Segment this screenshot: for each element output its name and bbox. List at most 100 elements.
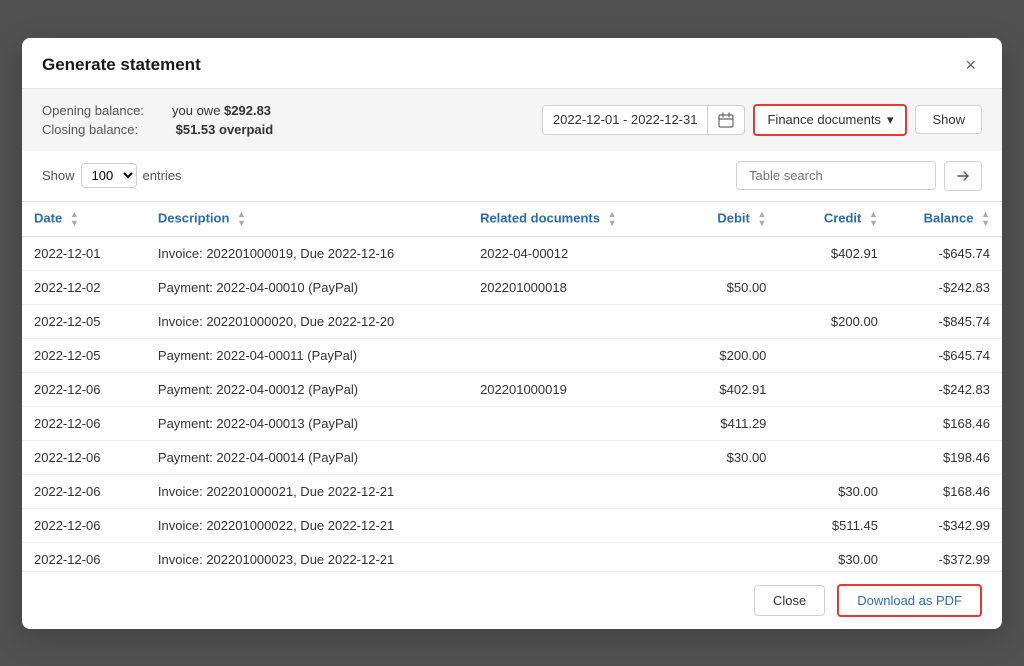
calendar-icon[interactable] bbox=[707, 106, 744, 134]
cell-description: Invoice: 202201000021, Due 2022-12-21 bbox=[146, 474, 468, 508]
modal-footer: Close Download as PDF bbox=[22, 571, 1002, 629]
show-button[interactable]: Show bbox=[915, 105, 982, 134]
cell-description: Invoice: 202201000023, Due 2022-12-21 bbox=[146, 542, 468, 571]
cell-related bbox=[468, 440, 667, 474]
col-header-date[interactable]: Date ▲▼ bbox=[22, 201, 146, 236]
cell-credit: $200.00 bbox=[778, 304, 890, 338]
table-row: 2022-12-02 Payment: 2022-04-00010 (PayPa… bbox=[22, 270, 1002, 304]
col-header-description[interactable]: Description ▲▼ bbox=[146, 201, 468, 236]
search-wrap bbox=[736, 161, 982, 191]
cell-description: Invoice: 202201000019, Due 2022-12-16 bbox=[146, 236, 468, 270]
show-entries: Show 100 25 50 entries bbox=[42, 163, 182, 188]
cell-description: Payment: 2022-04-00012 (PayPal) bbox=[146, 372, 468, 406]
table-row: 2022-12-06 Payment: 2022-04-00014 (PayPa… bbox=[22, 440, 1002, 474]
cell-date: 2022-12-06 bbox=[22, 440, 146, 474]
date-range-control[interactable]: 2022-12-01 - 2022-12-31 bbox=[542, 105, 746, 135]
table-row: 2022-12-06 Payment: 2022-04-00013 (PayPa… bbox=[22, 406, 1002, 440]
cell-balance: -$645.74 bbox=[890, 236, 1002, 270]
cell-description: Payment: 2022-04-00010 (PayPal) bbox=[146, 270, 468, 304]
col-header-balance[interactable]: Balance ▲▼ bbox=[890, 201, 1002, 236]
col-header-credit[interactable]: Credit ▲▼ bbox=[778, 201, 890, 236]
cell-balance: -$645.74 bbox=[890, 338, 1002, 372]
sort-arrows-date: ▲▼ bbox=[70, 210, 79, 228]
modal-overlay: Generate statement × Opening balance:you… bbox=[0, 0, 1024, 666]
data-table-wrapper: Date ▲▼ Description ▲▼ Related documents… bbox=[22, 201, 1002, 571]
table-row: 2022-12-01 Invoice: 202201000019, Due 20… bbox=[22, 236, 1002, 270]
export-button[interactable] bbox=[944, 161, 982, 191]
cell-balance: -$372.99 bbox=[890, 542, 1002, 571]
cell-related: 2022-04-00012 bbox=[468, 236, 667, 270]
cell-date: 2022-12-06 bbox=[22, 474, 146, 508]
cell-debit bbox=[667, 236, 779, 270]
balance-info: Opening balance:you owe $292.83 Closing … bbox=[42, 103, 273, 137]
sort-arrows-description: ▲▼ bbox=[237, 210, 246, 228]
closing-balance-value: $51.53 overpaid bbox=[176, 122, 274, 137]
table-row: 2022-12-05 Invoice: 202201000020, Due 20… bbox=[22, 304, 1002, 338]
show-label: Show bbox=[42, 168, 75, 183]
opening-balance-row: Opening balance:you owe $292.83 bbox=[42, 103, 273, 118]
sort-arrows-related: ▲▼ bbox=[608, 210, 617, 228]
cell-related bbox=[468, 304, 667, 338]
cell-credit: $30.00 bbox=[778, 542, 890, 571]
cell-debit bbox=[667, 542, 779, 571]
cell-debit: $50.00 bbox=[667, 270, 779, 304]
top-section: Opening balance:you owe $292.83 Closing … bbox=[22, 89, 1002, 151]
cell-debit: $411.29 bbox=[667, 406, 779, 440]
cell-credit bbox=[778, 440, 890, 474]
sort-arrows-balance: ▲▼ bbox=[981, 210, 990, 228]
chevron-down-icon: ▾ bbox=[887, 112, 894, 128]
cell-related bbox=[468, 542, 667, 571]
cell-description: Payment: 2022-04-00014 (PayPal) bbox=[146, 440, 468, 474]
cell-balance: -$845.74 bbox=[890, 304, 1002, 338]
cell-date: 2022-12-06 bbox=[22, 508, 146, 542]
cell-related: 202201000018 bbox=[468, 270, 667, 304]
table-row: 2022-12-06 Invoice: 202201000022, Due 20… bbox=[22, 508, 1002, 542]
date-range-text: 2022-12-01 - 2022-12-31 bbox=[543, 106, 708, 134]
cell-debit bbox=[667, 474, 779, 508]
modal-title: Generate statement bbox=[42, 55, 201, 75]
col-header-debit[interactable]: Debit ▲▼ bbox=[667, 201, 779, 236]
entries-select[interactable]: 100 25 50 bbox=[81, 163, 137, 188]
sort-arrows-debit: ▲▼ bbox=[757, 210, 766, 228]
modal-body: Opening balance:you owe $292.83 Closing … bbox=[22, 89, 1002, 571]
cell-balance: $168.46 bbox=[890, 406, 1002, 440]
cell-related bbox=[468, 474, 667, 508]
finance-documents-label: Finance documents bbox=[767, 112, 880, 127]
cell-date: 2022-12-01 bbox=[22, 236, 146, 270]
cell-balance: -$342.99 bbox=[890, 508, 1002, 542]
cell-debit: $200.00 bbox=[667, 338, 779, 372]
generate-statement-modal: Generate statement × Opening balance:you… bbox=[22, 38, 1002, 629]
close-icon[interactable]: × bbox=[959, 54, 982, 76]
cell-description: Invoice: 202201000022, Due 2022-12-21 bbox=[146, 508, 468, 542]
cell-debit: $30.00 bbox=[667, 440, 779, 474]
cell-date: 2022-12-06 bbox=[22, 542, 146, 571]
cell-date: 2022-12-05 bbox=[22, 304, 146, 338]
table-row: 2022-12-05 Payment: 2022-04-00011 (PayPa… bbox=[22, 338, 1002, 372]
finance-documents-button[interactable]: Finance documents ▾ bbox=[753, 104, 907, 136]
cell-date: 2022-12-06 bbox=[22, 372, 146, 406]
close-footer-button[interactable]: Close bbox=[754, 585, 825, 616]
cell-date: 2022-12-05 bbox=[22, 338, 146, 372]
cell-balance: -$242.83 bbox=[890, 372, 1002, 406]
cell-related bbox=[468, 406, 667, 440]
sort-arrows-credit: ▲▼ bbox=[869, 210, 878, 228]
cell-debit bbox=[667, 508, 779, 542]
opening-balance-label: Opening balance: bbox=[42, 103, 172, 118]
cell-balance: $168.46 bbox=[890, 474, 1002, 508]
table-row: 2022-12-06 Payment: 2022-04-00012 (PayPa… bbox=[22, 372, 1002, 406]
search-input[interactable] bbox=[736, 161, 936, 190]
cell-credit: $30.00 bbox=[778, 474, 890, 508]
col-header-related[interactable]: Related documents ▲▼ bbox=[468, 201, 667, 236]
table-header-row: Date ▲▼ Description ▲▼ Related documents… bbox=[22, 201, 1002, 236]
cell-related bbox=[468, 508, 667, 542]
cell-date: 2022-12-06 bbox=[22, 406, 146, 440]
table-controls: Show 100 25 50 entries bbox=[22, 151, 1002, 201]
opening-balance-value: you owe $292.83 bbox=[172, 103, 271, 118]
modal-header: Generate statement × bbox=[22, 38, 1002, 89]
cell-description: Invoice: 202201000020, Due 2022-12-20 bbox=[146, 304, 468, 338]
download-pdf-button[interactable]: Download as PDF bbox=[837, 584, 982, 617]
cell-debit bbox=[667, 304, 779, 338]
closing-balance-row: Closing balance: $51.53 overpaid bbox=[42, 122, 273, 137]
controls-right: 2022-12-01 - 2022-12-31 Finance document… bbox=[542, 104, 982, 136]
cell-credit: $511.45 bbox=[778, 508, 890, 542]
